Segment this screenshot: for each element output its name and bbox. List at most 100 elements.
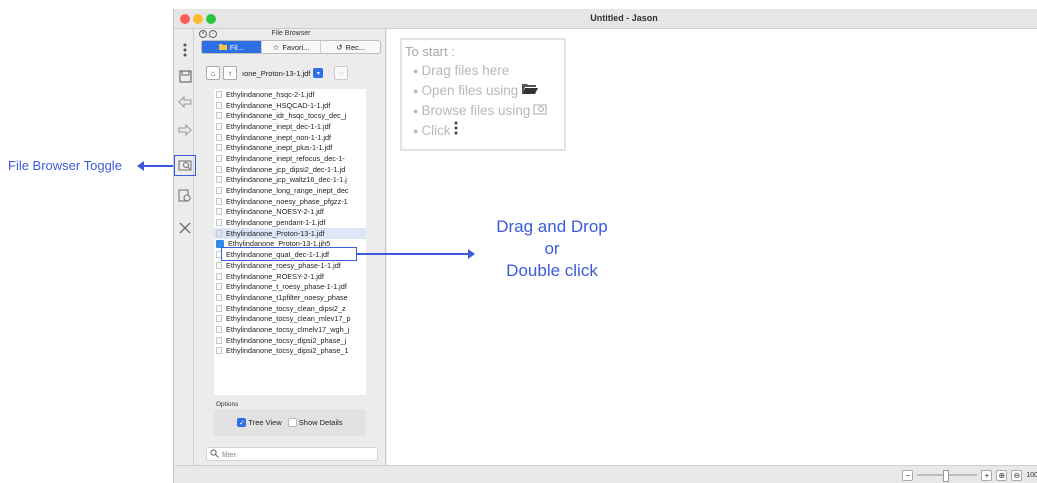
file-icon (216, 176, 222, 184)
tree-view-option[interactable]: ✓ Tree View (237, 417, 282, 428)
file-list-item[interactable]: Ethylindanone_tocsy_clean_dipsi2_z (214, 303, 366, 314)
file-name: Ethylindanone_t_roesy_phase-1-1.jdf (226, 282, 347, 292)
tab-files-label: Fil... (229, 42, 244, 52)
file-icon (216, 165, 222, 173)
file-name: Ethylindanone_tocsy_dipsi2_phase_1 (226, 346, 349, 356)
file-name: Ethylindanone_inept_non-1-1.jdf (226, 132, 332, 142)
zoom-in-button[interactable]: + (981, 469, 993, 481)
file-list-item[interactable]: Ethylindanone_NOESY-2-1.jdf (214, 207, 366, 218)
file-browser-title: File Browser (271, 30, 311, 37)
file-list-item[interactable]: Ethylindanone_tocsy_dipsi2_phase_1 (214, 346, 366, 357)
file-list-item[interactable]: Ethylindanone_pendant-1-1.jdf (214, 217, 366, 228)
tree-view-label: Tree View (248, 417, 282, 427)
more-vertical-icon[interactable] (176, 41, 194, 59)
zoom-out-button[interactable]: − (902, 469, 914, 481)
file-icon (216, 283, 222, 291)
start-item-browse: ● Browse files using (405, 101, 561, 121)
file-name: Ethylindanone_roesy_phase-1-1.jdf (226, 260, 341, 270)
file-list-item[interactable]: Ethylindanone_noesy_phase_pfgzz-1 (214, 196, 366, 207)
folder-open-icon[interactable] (521, 81, 539, 101)
show-details-option[interactable]: Show Details (287, 418, 343, 428)
chevron-down-icon[interactable]: ▾ (313, 68, 324, 78)
file-browser-icon[interactable] (533, 101, 547, 121)
tab-favorites[interactable]: ☆ Favori... (262, 41, 322, 53)
tools-icon[interactable] (176, 219, 194, 237)
file-icon (216, 219, 222, 227)
zoom-fit-icon[interactable]: ⊕ (996, 469, 1008, 481)
zoom-window-button[interactable] (206, 14, 216, 24)
file-list-item[interactable]: Ethylindanone_hsqc-2-1.jdf (214, 89, 366, 100)
window-title: Untitled - Jason (590, 13, 658, 23)
file-name: Ethylindanone_inept_dec-1-1.jdf (226, 121, 331, 131)
star-icon: ☆ (272, 42, 280, 52)
file-browser-tabs: Fil... ☆ Favori... ↺ Rec... (201, 40, 381, 54)
file-list-item[interactable]: Ethylindanone_HSQCAD-1-1.jdf (214, 100, 366, 111)
file-icon (216, 261, 222, 269)
file-list-item[interactable]: Ethylindanone_tocsy_clmelv17_wgh_j (214, 324, 366, 335)
zoom-reset-icon[interactable]: ⊖ (1011, 469, 1023, 481)
current-path: ıone_Proton-13-1.jdf (242, 68, 311, 78)
start-item-click: ● Click (405, 121, 561, 141)
parent-folder-button[interactable]: ↑ (223, 66, 237, 80)
history-icon: ↺ (336, 42, 343, 52)
zoom-slider[interactable] (917, 470, 978, 482)
file-list-item[interactable]: Ethylindanone_inept_dec-1-1.jdf (214, 121, 366, 132)
file-list-item[interactable]: Ethylindanone_jcp_dipsi2_dec-1-1.jd (214, 164, 366, 175)
file-icon (216, 101, 222, 109)
file-name: Ethylindanone_hsqc-2-1.jdf (226, 89, 315, 99)
search-icon (210, 448, 219, 460)
close-window-button[interactable] (180, 14, 190, 24)
file-name: Ethylindanone_idr_hsqc_tocsy_dec_j (226, 111, 347, 121)
file-list-item[interactable]: Ethylindanone_inept_non-1-1.jdf (214, 132, 366, 143)
file-list-item[interactable]: Ethylindanone_inept_plus-1-1.jdf (214, 142, 366, 153)
file-list-item[interactable]: Ethylindanone_idr_hsqc_tocsy_dec_j (214, 110, 366, 121)
file-list[interactable]: Ethylindanone_hsqc-2-1.jdf Ethylindanone_… (214, 89, 366, 395)
show-details-checkbox[interactable] (287, 418, 297, 428)
tree-view-checkbox[interactable]: ✓ (237, 418, 247, 428)
file-list-item[interactable]: Ethylindanone_roesy_phase-1-1.jdf (214, 260, 366, 271)
file-list-item[interactable]: Ethylindanone_tocsy_clean_mlev17_p (214, 313, 366, 324)
file-list-item[interactable]: Ethylindanone_jcp_waltz16_dec-1-1.j (214, 175, 366, 186)
tab-recent-label: Rec... (345, 42, 366, 52)
file-icon (216, 133, 222, 141)
start-panel: To start : ● Drag files here ● Open files … (400, 38, 566, 151)
file-icon (216, 325, 222, 333)
file-name: Ethylindanone_long_range_inept_dec (226, 186, 349, 196)
tool-strip (174, 29, 194, 465)
document-search-icon[interactable] (176, 187, 194, 205)
file-list-item[interactable]: Ethylindanone_ROESY-2-1.jdf (214, 271, 366, 282)
file-list-item[interactable]: Ethylindanone_long_range_inept_dec (214, 185, 366, 196)
file-list-item[interactable]: Ethylindanone_inept_refocus_dec-1- (214, 153, 366, 164)
file-browser-header: × - File Browser (196, 29, 386, 39)
file-icon (216, 187, 222, 195)
file-list-item[interactable]: Ethylindanone_tocsy_dipsi2_phase_j (214, 335, 366, 346)
start-title: To start : (405, 44, 455, 59)
file-name: Ethylindanone_tocsy_clean_dipsi2_z (226, 303, 346, 313)
file-name: Ethylindanone_tocsy_clmelv17_wgh_j (226, 324, 350, 334)
file-icon (216, 293, 222, 301)
filter-input[interactable]: filter (206, 447, 378, 461)
start-item-drag-text: Drag files here (421, 63, 510, 78)
file-name: Ethylindanone_NOESY-2-1.jdf (226, 207, 324, 217)
home-button[interactable]: ⌂ (206, 66, 220, 80)
file-name: Ethylindanone_ROESY-2-1.jdf (226, 271, 324, 281)
minimize-window-button[interactable] (193, 14, 203, 24)
file-name: Ethylindanone_noesy_phase_pfgzz-1 (226, 196, 348, 206)
options-label: Options (216, 401, 239, 408)
file-icon (216, 208, 222, 216)
tab-files[interactable]: Fil... (202, 41, 262, 53)
save-icon[interactable] (176, 67, 194, 85)
start-item-open-text: Open files using (421, 83, 519, 98)
redo-icon[interactable] (176, 121, 194, 139)
undo-icon[interactable] (176, 93, 194, 111)
tab-recent[interactable]: ↺ Rec... (321, 41, 380, 53)
title-bar: Untitled - Jason (174, 9, 1037, 29)
file-icon (216, 112, 222, 120)
file-icon (216, 154, 222, 162)
file-list-item[interactable]: Ethylindanone_Proton-13-1.jdf (214, 227, 366, 239)
more-vertical-icon[interactable] (454, 121, 458, 141)
path-selector[interactable]: ıone_Proton-13-1.jdf ▾ (240, 66, 325, 80)
file-list-item[interactable]: Ethylindanone_t1pfilter_noesy_phase (214, 292, 366, 303)
add-favorite-button[interactable]: ☆ (334, 66, 349, 80)
file-list-item[interactable]: Ethylindanone_t_roesy_phase-1-1.jdf (214, 281, 366, 292)
